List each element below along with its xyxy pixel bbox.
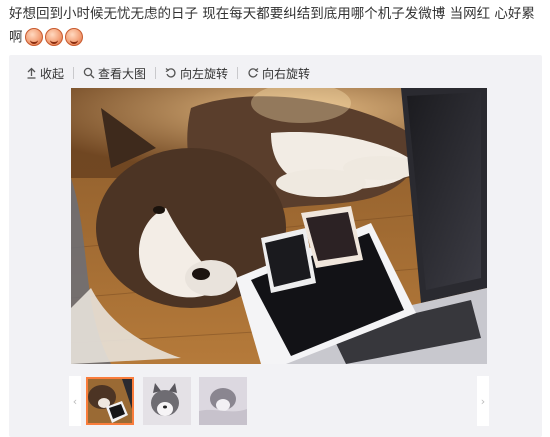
collapse-button[interactable]: 收起 — [26, 65, 64, 82]
post-text: 好想回到小时候无忧无虑的日子 现在每天都要纠结到底用哪个机子发微博 当网红 心好… — [9, 6, 535, 46]
toolbar-divider — [73, 67, 75, 79]
husky-with-devices-photo — [71, 88, 487, 364]
thumbnail-husky-blanket-image — [199, 377, 247, 425]
image-toolbar: 收起 查看大图 向左旋转 向右旋转 — [26, 64, 310, 82]
rotate-left-button[interactable]: 向左旋转 — [165, 65, 228, 82]
rotate-right-label: 向右旋转 — [262, 66, 311, 81]
thumbnail-2[interactable] — [143, 377, 191, 425]
crying-face-icon — [44, 28, 63, 46]
media-box: 收起 查看大图 向左旋转 向右旋转 ‹ › — [9, 55, 542, 437]
thumbnail-3[interactable] — [199, 377, 247, 425]
post-text-container: 好想回到小时候无忧无虑的日子 现在每天都要纠结到底用哪个机子发微博 当网红 心好… — [9, 3, 545, 50]
magnifier-icon — [83, 67, 95, 79]
rotate-left-label: 向左旋转 — [180, 66, 229, 81]
main-photo[interactable] — [71, 88, 487, 364]
thumbnail-husky-image — [143, 377, 191, 425]
toolbar-divider — [155, 67, 157, 79]
rotate-right-button[interactable]: 向右旋转 — [247, 65, 310, 82]
thumbnail-1[interactable] — [86, 377, 134, 425]
crying-face-icon — [24, 28, 43, 46]
chevron-right-icon: › — [480, 394, 486, 408]
view-large-button[interactable]: 查看大图 — [83, 65, 146, 82]
view-large-label: 查看大图 — [98, 66, 147, 81]
rotate-right-icon — [248, 68, 259, 78]
rotate-left-icon — [165, 68, 176, 78]
thumbnail-next-arrow[interactable]: › — [477, 376, 489, 426]
collapse-label: 收起 — [40, 66, 65, 81]
thumbnail-prev-arrow[interactable]: ‹ — [69, 376, 81, 426]
crying-face-icon — [64, 28, 83, 46]
thumbnail-husky-devices-image — [88, 379, 132, 423]
emoji-list — [23, 26, 83, 49]
collapse-up-icon — [27, 67, 36, 79]
chevron-left-icon: ‹ — [72, 394, 78, 408]
thumbnail-strip: ‹ › — [69, 376, 489, 426]
toolbar-divider — [237, 67, 239, 79]
